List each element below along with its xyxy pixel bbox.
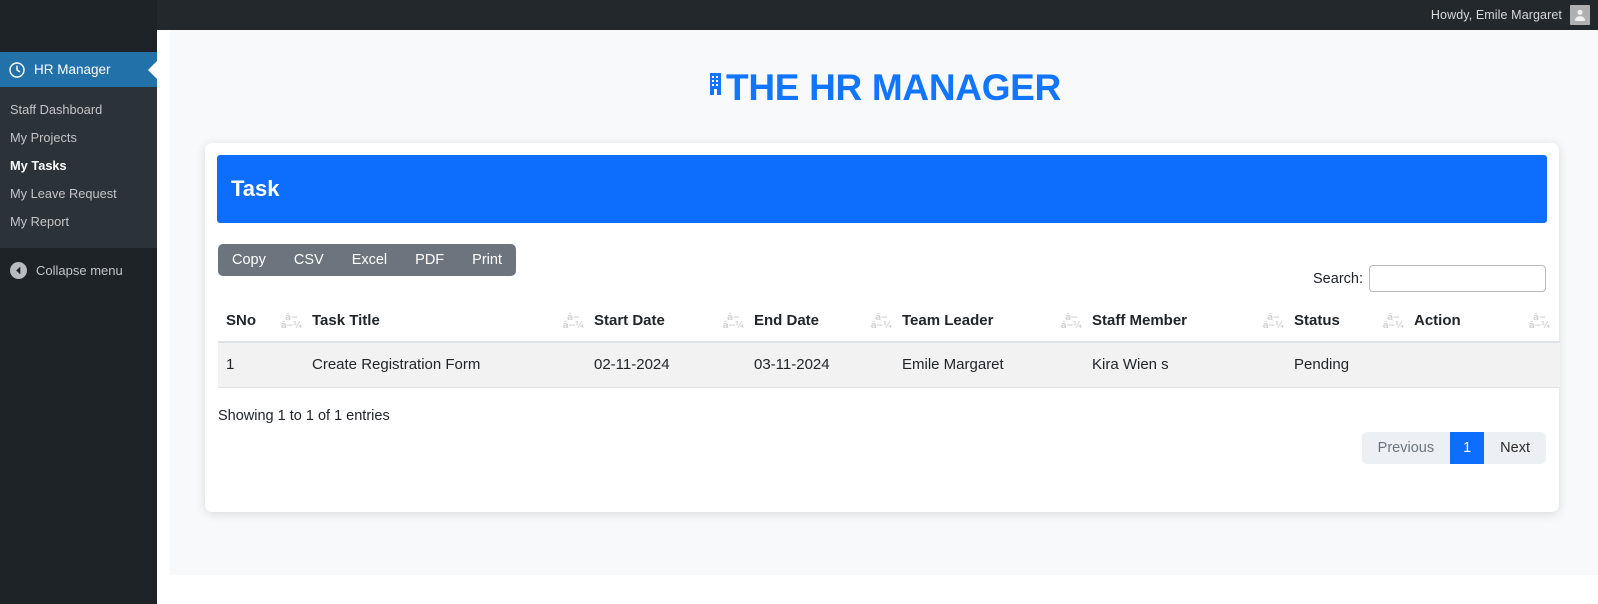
page-title: THE HR MANAGER [170,30,1598,109]
pagination-next-button[interactable]: Next [1484,432,1546,464]
table-body: 1 Create Registration Form 02-11-2024 03… [218,342,1560,388]
sidebar-brand-label: HR Manager [34,62,111,77]
print-button[interactable]: Print [458,244,516,276]
table-head: SNo â− â−¼ Task Title â− â−¼ Start Date … [218,302,1560,343]
greeting-text: Howdy, Emile Margaret [1430,8,1562,22]
copy-button[interactable]: Copy [218,244,280,276]
cell-staff-member: Kira Wien s [1092,342,1294,388]
pagination-page-1-button[interactable]: 1 [1450,432,1485,464]
active-pointer-triangle [148,60,157,79]
search-container: Search: [1313,265,1546,292]
sidebar-item-my-leave-request[interactable]: My Leave Request [0,180,157,208]
sidebar: HR Manager Staff Dashboard My Projects M… [0,0,157,604]
column-header-action-label: Action [1414,312,1461,329]
column-header-status[interactable]: Status â− â−¼ [1294,302,1414,343]
sidebar-item-my-tasks[interactable]: My Tasks [0,152,157,180]
sort-icon: â− â−¼ [562,312,585,331]
sidebar-item-my-report[interactable]: My Report [0,208,157,236]
column-header-action[interactable]: Action â− â−¼ [1414,302,1560,343]
sort-icon: â− â−¼ [722,312,745,331]
table-footer: Showing 1 to 1 of 1 entries Previous 1 N… [218,408,1546,464]
cell-end-date: 03-11-2024 [754,342,902,388]
cell-team-leader: Emile Margaret [902,342,1092,388]
cell-sno: 1 [218,342,312,388]
pdf-button[interactable]: PDF [401,244,458,276]
card-title: Task [231,176,280,201]
column-header-task-title[interactable]: Task Title â− â−¼ [312,302,594,343]
sidebar-top-spacer [0,0,157,52]
table-row[interactable]: 1 Create Registration Form 02-11-2024 03… [218,342,1560,388]
sidebar-item-hr-manager[interactable]: HR Manager [0,52,157,87]
column-header-task-title-label: Task Title [312,312,380,329]
page-title-text: THE HR MANAGER [726,67,1061,108]
sort-icon: â− â−¼ [1382,312,1405,331]
admin-topbar: Howdy, Emile Margaret [0,0,1598,30]
pagination-previous-button[interactable]: Previous [1361,432,1451,464]
excel-button[interactable]: Excel [338,244,401,276]
cell-start-date: 02-11-2024 [594,342,754,388]
tasks-table: SNo â− â−¼ Task Title â− â−¼ Start Date … [218,302,1560,388]
sort-icon: â− â−¼ [1262,312,1285,331]
cell-status: Pending [1294,342,1414,388]
export-button-group: Copy CSV Excel PDF Print [218,244,516,276]
sidebar-menu: Staff Dashboard My Projects My Tasks My … [0,87,157,248]
column-header-status-label: Status [1294,312,1340,329]
page-area: THE HR MANAGER Task Copy CSV Excel PDF P… [157,30,1598,604]
table-header-row: SNo â− â−¼ Task Title â− â−¼ Start Date … [218,302,1560,343]
collapse-menu-label: Collapse menu [36,263,123,278]
collapse-menu-button[interactable]: Collapse menu [0,248,157,289]
user-avatar-icon[interactable] [1570,5,1590,25]
column-header-staff-member-label: Staff Member [1092,312,1188,329]
chevron-left-circle-icon [10,262,27,279]
column-header-team-leader[interactable]: Team Leader â− â−¼ [902,302,1092,343]
entries-info: Showing 1 to 1 of 1 entries [218,408,390,424]
column-header-staff-member[interactable]: Staff Member â− â−¼ [1092,302,1294,343]
pagination: Previous 1 Next [1361,432,1546,464]
building-icon [707,67,724,109]
sort-icon: â− â−¼ [870,312,893,331]
column-header-team-leader-label: Team Leader [902,312,994,329]
column-header-sno[interactable]: SNo â− â−¼ [218,302,312,343]
column-header-start-date-label: Start Date [594,312,665,329]
clock-icon [9,61,25,78]
sort-icon: â− â−¼ [280,312,303,331]
app-root: Howdy, Emile Margaret HR Manager Staff D… [0,0,1598,604]
sidebar-item-staff-dashboard[interactable]: Staff Dashboard [0,96,157,124]
csv-button[interactable]: CSV [280,244,338,276]
search-input[interactable] [1369,265,1546,292]
task-card: Task Copy CSV Excel PDF Print Search: SN… [205,143,1560,512]
cell-action[interactable] [1414,342,1560,388]
sort-icon: â− â−¼ [1060,312,1083,331]
card-header: Task [217,155,1547,223]
search-label: Search: [1313,270,1363,287]
card-body: Copy CSV Excel PDF Print Search: SNo â− … [217,223,1560,464]
column-header-end-date-label: End Date [754,312,820,329]
sort-icon: â− â−¼ [1528,312,1551,331]
content-panel: THE HR MANAGER Task Copy CSV Excel PDF P… [170,30,1598,575]
column-header-start-date[interactable]: Start Date â− â−¼ [594,302,754,343]
cell-task-title: Create Registration Form [312,342,594,388]
column-header-end-date[interactable]: End Date â− â−¼ [754,302,902,343]
column-header-sno-label: SNo [226,312,256,329]
sidebar-item-my-projects[interactable]: My Projects [0,124,157,152]
